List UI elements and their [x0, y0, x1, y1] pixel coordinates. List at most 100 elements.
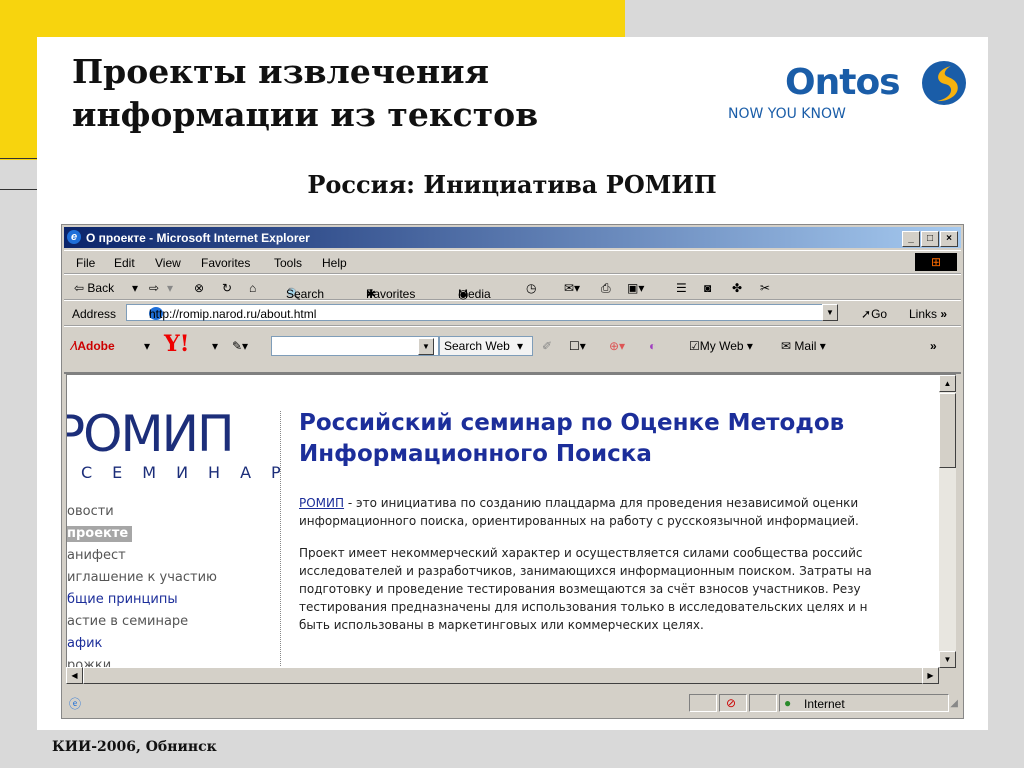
status-bar: ⓔ ⊘ ● Internet ◢: [64, 692, 961, 714]
ontos-swirl-icon: [922, 61, 966, 105]
intro-text-line2: информационного поиска, ориентированных …: [299, 514, 859, 528]
mail-label: Mail: [794, 339, 817, 353]
menu-edit[interactable]: Edit: [114, 256, 135, 270]
adobe-label: Adobe: [77, 339, 115, 353]
status-privacy-cell[interactable]: ⊘: [719, 694, 747, 712]
horizontal-scroll-thumb[interactable]: [83, 667, 928, 684]
history-icon[interactable]: ◷: [526, 281, 536, 295]
nav-item-manifest[interactable]: анифест: [67, 545, 217, 567]
go-label: Go: [871, 307, 888, 321]
romip-brand-subtitle: СЕМИНАР: [81, 463, 301, 482]
ie-icon: e: [67, 230, 81, 244]
yahoo-search-input[interactable]: [271, 336, 439, 356]
menu-view[interactable]: View: [155, 256, 181, 270]
project-text-line1: Проект имеет некоммерческий характер и о…: [299, 546, 863, 560]
discuss-icon[interactable]: ☰: [676, 281, 687, 295]
adobe-dropdown-icon[interactable]: ▾: [144, 339, 150, 353]
scroll-down-button[interactable]: ▼: [939, 651, 956, 668]
window-titlebar[interactable]: e О проекте - Microsoft Internet Explore…: [64, 227, 961, 248]
address-dropdown-button[interactable]: ▼: [822, 304, 838, 321]
page-heading-line1: Российский семинар по Оценке Методов: [299, 410, 845, 436]
menu-tools[interactable]: Tools: [274, 256, 302, 270]
edit-icon[interactable]: ▣▾: [627, 281, 644, 295]
nav-item-invitation[interactable]: иглашение к участию: [67, 567, 217, 589]
mail-icon[interactable]: ✉▾: [564, 281, 580, 295]
print-icon[interactable]: ⎙: [601, 281, 611, 296]
ontos-logo: Ontos NOW YOU KNOW: [726, 58, 976, 128]
minimize-button[interactable]: _: [902, 231, 920, 247]
messenger-icon[interactable]: ◙: [704, 281, 711, 295]
scroll-up-button[interactable]: ▲: [939, 375, 956, 392]
menu-favorites[interactable]: Favorites: [201, 256, 250, 270]
music-icon[interactable]: ◐: [649, 339, 656, 353]
menu-help[interactable]: Help: [322, 256, 347, 270]
mail-button[interactable]: ✉ Mail ▾: [781, 339, 826, 353]
close-button[interactable]: ×: [940, 231, 958, 247]
address-input[interactable]: http://romip.narod.ru/about.html: [126, 304, 838, 321]
slide-rule-top: [0, 158, 37, 159]
toolbar-more-chevron[interactable]: »: [930, 339, 937, 353]
menu-bar: File Edit View Favorites Tools Help ⊞: [64, 250, 961, 274]
slide-title: Проекты извлечения информации из текстов: [72, 50, 592, 136]
forward-dropdown-icon[interactable]: ▾: [167, 281, 173, 295]
pro-icon[interactable]: ✤: [732, 281, 742, 295]
status-zone-cell: ● Internet: [779, 694, 949, 712]
logo-tagline: NOW YOU KNOW: [728, 106, 846, 122]
vertical-scroll-thumb[interactable]: [939, 393, 956, 468]
status-zone: Internet: [804, 697, 845, 711]
back-dropdown-icon[interactable]: ▾: [132, 281, 138, 295]
intro-text-line1: - это инициатива по созданию плацдарма д…: [344, 496, 859, 510]
back-button[interactable]: ⇦ Back: [74, 281, 114, 295]
project-text-line3: подготовку и проведение тестирования воз…: [299, 582, 861, 596]
my-web-button[interactable]: ☑My Web ▾: [689, 339, 753, 353]
romip-link[interactable]: РОМИП: [299, 496, 344, 510]
romip-brand: РОМИП: [66, 405, 235, 463]
nav-item-news[interactable]: овости: [67, 501, 217, 523]
links-button[interactable]: Links »: [909, 307, 947, 321]
links-label: Links: [909, 307, 938, 321]
adobe-button[interactable]: ⁄\Adobe: [72, 339, 115, 353]
stop-icon[interactable]: ⊗: [194, 281, 204, 295]
vertical-scrollbar[interactable]: ▲ ▼: [939, 374, 956, 668]
scroll-right-button[interactable]: ▶: [922, 667, 939, 684]
nav-item-about[interactable]: проекте: [67, 526, 133, 542]
address-label: Address: [72, 307, 117, 321]
nav-item-principles[interactable]: бщие принципы: [67, 589, 217, 611]
slide-footer: КИИ-2006, Обнинск: [52, 739, 217, 755]
refresh-icon[interactable]: ↻: [222, 281, 232, 295]
target-icon[interactable]: ⊕▾: [609, 339, 625, 353]
bookmarks-icon[interactable]: ☐▾: [569, 339, 586, 353]
media-label: Media: [458, 287, 491, 301]
slide-title-line2: информации из текстов: [72, 95, 539, 134]
window-controls: _ □ ×: [901, 230, 958, 247]
status-cell-1: [689, 694, 717, 712]
project-paragraph: Проект имеет некоммерческий характер и о…: [299, 544, 940, 634]
nav-item-schedule[interactable]: афик: [67, 633, 217, 655]
search-label: Search: [286, 287, 325, 301]
yahoo-dropdown-icon[interactable]: ▾: [212, 339, 218, 353]
menu-file[interactable]: File: [76, 256, 95, 270]
favorites-label: Favorites: [366, 287, 416, 301]
status-page-icon: ⓔ: [69, 697, 82, 711]
go-button[interactable]: ➚Go: [861, 307, 887, 321]
highlight-icon[interactable]: ✐: [542, 339, 552, 353]
scroll-left-button[interactable]: ◀: [66, 667, 83, 684]
envelope-icon: ✉: [781, 339, 792, 353]
my-web-icon: ☑: [689, 339, 700, 353]
windows-flag-icon: ⊞: [915, 253, 957, 271]
tools-icon[interactable]: ✂: [760, 281, 770, 295]
address-url: http://romip.narod.ru/about.html: [149, 307, 317, 321]
yahoo-search-dropdown[interactable]: ▼: [418, 338, 434, 355]
yahoo-toolbar: ⁄\Adobe ▾ Y! ▾ ✎▾ ▼ Search Web ▾ ✐ ☐▾ ⊕▾…: [64, 326, 961, 374]
resize-grip-icon[interactable]: ◢: [950, 698, 958, 709]
page-content: Российский семинар по Оценке Методов Инф…: [299, 408, 940, 648]
pencil-icon[interactable]: ✎▾: [232, 339, 248, 353]
home-icon[interactable]: ⌂: [249, 281, 256, 295]
yahoo-logo[interactable]: Y!: [164, 331, 189, 357]
project-text-line4: тестирования предназначены для использов…: [299, 600, 868, 614]
maximize-button[interactable]: □: [921, 231, 939, 247]
horizontal-scrollbar[interactable]: ◀ ▶: [66, 667, 939, 684]
search-web-dropdown-icon[interactable]: ▾: [517, 339, 523, 353]
forward-button[interactable]: ⇨: [149, 281, 159, 295]
nav-item-participation[interactable]: астие в семинаре: [67, 611, 217, 633]
